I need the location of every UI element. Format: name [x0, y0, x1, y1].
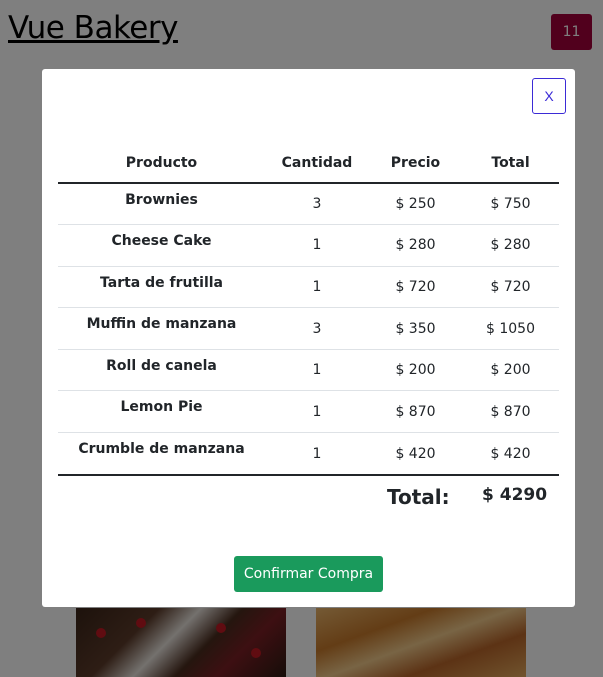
product-price: $ 280 — [369, 224, 462, 267]
table-row: Cheese Cake 1 $ 280 $ 280 — [58, 224, 559, 267]
product-price: $ 720 — [369, 265, 462, 308]
product-name: Tarta de frutilla — [58, 265, 265, 308]
product-total: $ 720 — [462, 265, 559, 308]
product-total: $ 280 — [462, 224, 559, 267]
product-quantity: 1 — [265, 265, 369, 308]
total-value: $ 4290 — [482, 485, 548, 505]
column-header-quantity: Cantidad — [265, 143, 369, 184]
product-quantity: 3 — [265, 307, 369, 350]
column-header-product: Producto — [58, 143, 265, 184]
product-name: Crumble de manzana — [58, 432, 265, 475]
product-quantity: 3 — [312, 196, 322, 213]
table-row: Lemon Pie 1 $ 870 $ 870 — [58, 390, 559, 433]
confirm-purchase-button[interactable]: Confirmar Compra — [234, 556, 383, 592]
product-name: Cheese Cake — [58, 224, 265, 267]
product-price: $ 250 — [395, 196, 436, 213]
product-quantity: 1 — [265, 224, 369, 267]
table-bottom-divider — [58, 474, 559, 476]
product-quantity: 1 — [265, 348, 369, 391]
table-row: Tarta de frutilla 1 $ 720 $ 720 — [58, 265, 559, 308]
product-total: $ 200 — [462, 348, 559, 391]
product-price: $ 870 — [369, 390, 462, 433]
product-name: Lemon Pie — [58, 390, 265, 433]
cart-table: Producto Cantidad Precio Total Brownies … — [58, 143, 559, 475]
product-name: Brownies — [125, 192, 198, 208]
product-total: $ 870 — [462, 390, 559, 433]
column-header-total: Total — [462, 143, 559, 184]
product-total: $ 1050 — [462, 307, 559, 350]
product-name: Muffin de manzana — [58, 307, 265, 350]
close-button[interactable]: X — [532, 78, 566, 114]
product-total: $ 420 — [462, 432, 559, 475]
product-total: $ 750 — [490, 196, 531, 213]
product-price: $ 420 — [369, 432, 462, 475]
cart-modal: X Producto Cantidad Precio Total Brownie… — [42, 69, 575, 607]
total-label: Total: — [387, 485, 450, 509]
product-price: $ 350 — [369, 307, 462, 350]
table-header-row: Producto Cantidad Precio Total — [58, 143, 559, 184]
table-row: Brownies 3 $ 250 $ 750 — [58, 183, 559, 225]
column-header-price: Precio — [369, 143, 462, 184]
table-row: Muffin de manzana 3 $ 350 $ 1050 — [58, 307, 559, 350]
table-row: Crumble de manzana 1 $ 420 $ 420 — [58, 432, 559, 475]
product-quantity: 1 — [265, 390, 369, 433]
product-quantity: 1 — [265, 432, 369, 475]
product-name: Roll de canela — [58, 348, 265, 391]
product-price: $ 200 — [369, 348, 462, 391]
table-row: Roll de canela 1 $ 200 $ 200 — [58, 348, 559, 391]
